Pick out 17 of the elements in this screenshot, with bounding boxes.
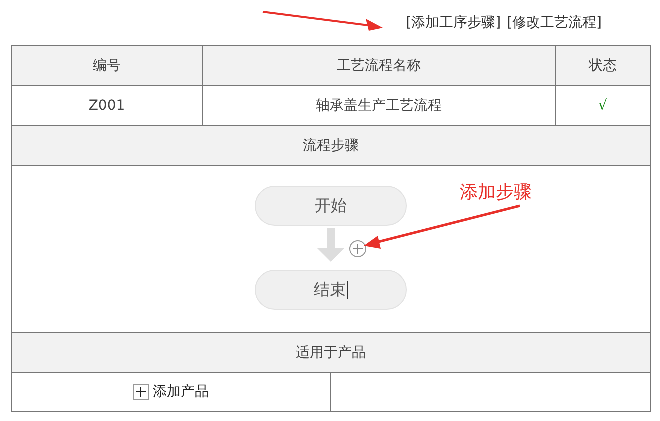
toolbar-link[interactable]: [添加工序步骤] <box>406 14 502 32</box>
status-check: √ <box>555 86 650 125</box>
down-arrow-icon <box>317 228 345 262</box>
flow-step[interactable]: 开始 <box>255 186 407 226</box>
column-header: 编号 <box>92 56 122 76</box>
column-header: 状态 <box>555 46 650 85</box>
annotation-label: 添加步骤 <box>460 181 532 204</box>
add-product-button[interactable]: 添加产品 <box>127 382 215 402</box>
plus-box-icon <box>133 384 149 400</box>
flow-step[interactable]: 结束 <box>255 270 407 310</box>
table-cell: 轴承盖生产工艺流程 <box>202 86 555 125</box>
toolbar-link[interactable]: [修改工艺流程] <box>507 14 602 32</box>
table-cell-text: Z001 <box>88 96 126 116</box>
section-header: 适用于产品 <box>12 333 650 373</box>
column-header: 工艺流程名称 <box>202 46 555 85</box>
section-header: 流程步骤 <box>12 126 650 166</box>
add-step-icon[interactable] <box>349 240 367 258</box>
